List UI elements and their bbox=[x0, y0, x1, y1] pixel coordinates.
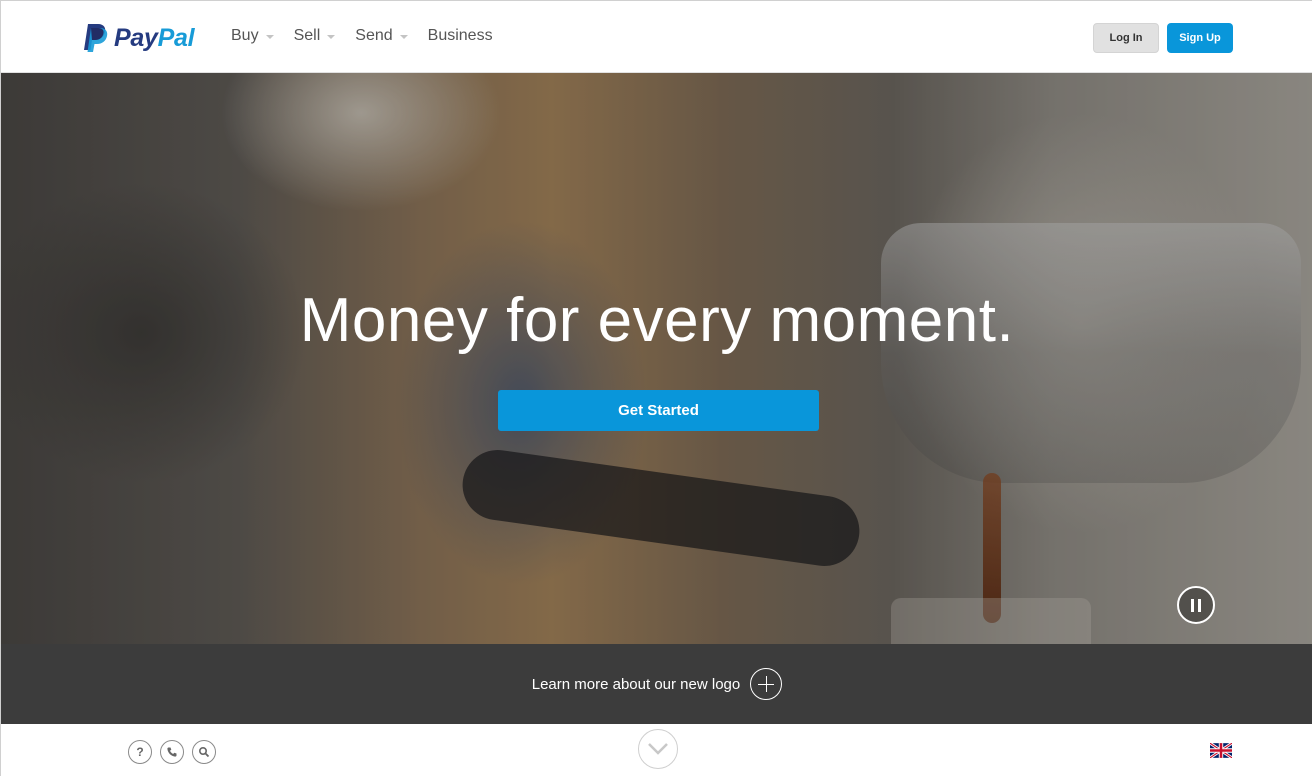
nav-send[interactable]: Send bbox=[355, 27, 408, 45]
paypal-p-icon bbox=[84, 24, 108, 52]
logo-pal-text: Pal bbox=[157, 23, 195, 52]
pause-icon[interactable] bbox=[1177, 586, 1215, 624]
paypal-wordmark: PayPal bbox=[114, 23, 195, 53]
nav-buy-label: Buy bbox=[231, 27, 259, 44]
get-started-button[interactable]: Get Started bbox=[498, 390, 819, 431]
nav-business-label: Business bbox=[427, 27, 493, 44]
caret-down-icon bbox=[265, 35, 274, 39]
nav-sell-label: Sell bbox=[293, 27, 321, 44]
nav-sell[interactable]: Sell bbox=[294, 27, 336, 45]
magnifier-glyph bbox=[198, 746, 210, 758]
hero-overlay bbox=[1, 73, 1312, 644]
nav-buy[interactable]: Buy bbox=[231, 27, 274, 45]
caret-down-icon bbox=[327, 35, 336, 39]
phone-icon[interactable] bbox=[160, 740, 184, 764]
hero-headline: Money for every moment. bbox=[299, 286, 1015, 355]
site-footer: ? bbox=[1, 724, 1312, 776]
chevron-down-icon[interactable] bbox=[638, 729, 678, 769]
search-icon[interactable] bbox=[192, 740, 216, 764]
hero-video: Money for every moment. Get Started bbox=[1, 73, 1312, 644]
paypal-logo[interactable]: PayPal bbox=[82, 22, 195, 54]
nav-send-label: Send bbox=[355, 27, 393, 44]
signup-button[interactable]: Sign Up bbox=[1167, 23, 1233, 53]
plus-circle-icon[interactable] bbox=[750, 668, 783, 700]
chevron-glyph bbox=[648, 743, 668, 755]
pause-bar-right bbox=[1198, 598, 1201, 612]
new-logo-link[interactable]: Learn more about our new logo bbox=[532, 676, 740, 693]
main-nav: Buy Sell Send Business bbox=[231, 27, 513, 45]
caret-down-icon bbox=[399, 35, 408, 39]
uk-flag-icon[interactable] bbox=[1210, 743, 1232, 758]
site-header: PayPal Buy Sell Send Business Log In Sig… bbox=[1, 1, 1312, 73]
pause-bar-left bbox=[1191, 598, 1194, 612]
help-icon[interactable]: ? bbox=[128, 740, 152, 764]
login-button[interactable]: Log In bbox=[1093, 23, 1159, 53]
nav-business[interactable]: Business bbox=[428, 27, 493, 45]
phone-glyph bbox=[167, 747, 177, 757]
logo-pay-text: Pay bbox=[114, 23, 158, 52]
new-logo-band: Learn more about our new logo bbox=[1, 644, 1312, 724]
